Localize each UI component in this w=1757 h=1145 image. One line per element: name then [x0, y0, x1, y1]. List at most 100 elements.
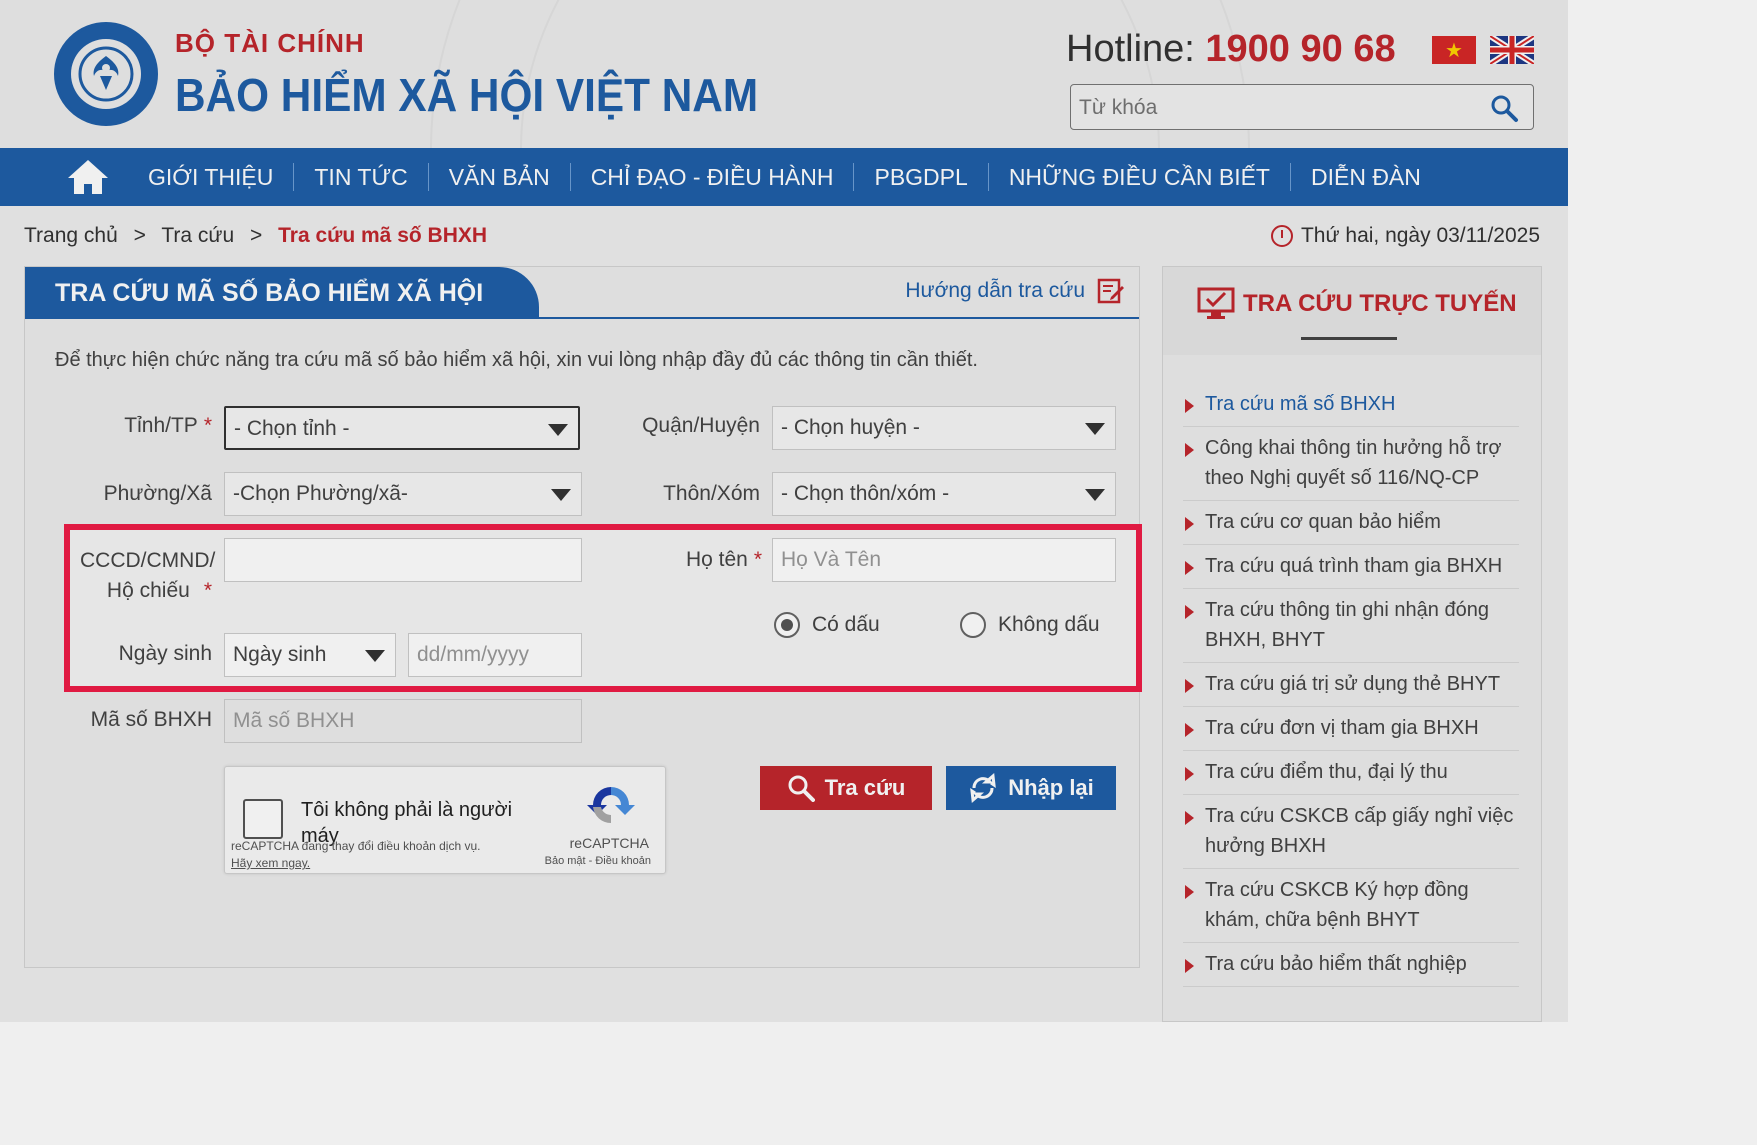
monitor-check-icon — [1197, 287, 1235, 319]
sidebar-title-underline — [1301, 337, 1397, 340]
nav-item-pbgdpl[interactable]: PBGDPL — [854, 163, 989, 191]
province-select[interactable]: - Chọn tỉnh - — [224, 406, 580, 450]
recaptcha-notice-link[interactable]: Hãy xem ngay. — [231, 856, 310, 870]
sidebar-title-text: TRA CỨU TRỰC TUYẾN — [1243, 290, 1517, 317]
hotline-number: 1900 90 68 — [1205, 28, 1396, 70]
full-name-input[interactable]: Họ Và Tên — [772, 538, 1116, 582]
lookup-links-list: Tra cứu mã số BHXH Công khai thông tin h… — [1183, 383, 1519, 987]
reset-button-label: Nhập lại — [1008, 775, 1094, 800]
nav-item-direction[interactable]: CHỈ ĐẠO - ĐIỀU HÀNH — [571, 163, 855, 191]
nav-item-things-to-know[interactable]: NHỮNG ĐIỀU CẦN BIẾT — [989, 163, 1291, 191]
district-label: Quận/Huyện — [642, 414, 760, 437]
chevron-down-icon — [1085, 423, 1105, 435]
online-lookup-sidebar: TRA CỨU TRỰC TUYẾN Tra cứu mã số BHXH Cô… — [1162, 266, 1542, 1022]
ssn-input[interactable]: Mã số BHXH — [224, 699, 582, 743]
current-date: Thứ hai, ngày 03/11/2025 — [1270, 224, 1540, 248]
province-select-value: - Chọn tỉnh - — [234, 417, 350, 440]
recaptcha-brand: reCAPTCHA — [569, 835, 649, 851]
name-label-text: Họ tên — [685, 548, 748, 571]
recaptcha-checkbox[interactable] — [243, 799, 283, 839]
required-mark: * — [203, 579, 212, 602]
nav-item-news[interactable]: TIN TỨC — [294, 163, 429, 191]
radio-with-accent-label: Có dấu — [812, 613, 880, 636]
radio-without-accent[interactable]: Không dấu — [960, 612, 1100, 638]
breadcrumb: Trang chủ > Tra cứu > Tra cứu mã số BHXH — [24, 224, 487, 248]
id-number-input[interactable] — [224, 538, 582, 582]
search-button-label: Tra cứu — [824, 775, 906, 800]
nav-item-documents[interactable]: VĂN BẢN — [429, 163, 571, 191]
chevron-down-icon — [548, 424, 568, 436]
chevron-down-icon — [1085, 489, 1105, 501]
sidebar-item-contribution-records[interactable]: Tra cứu thông tin ghi nhận đóng BHXH, BH… — [1183, 589, 1519, 663]
province-label-text: Tỉnh/TP — [124, 414, 198, 437]
village-select-value: - Chọn thôn/xóm - — [781, 482, 950, 505]
sidebar-item-support-disclosure[interactable]: Công khai thông tin hưởng hỗ trợ theo Ng… — [1183, 427, 1519, 501]
dob-input[interactable]: dd/mm/yyyy — [408, 633, 582, 677]
ward-select[interactable]: -Chọn Phường/xã- — [224, 472, 582, 516]
sidebar-item-sick-leave-facilities[interactable]: Tra cứu CSKCB cấp giấy nghỉ việc hưởng B… — [1183, 795, 1519, 869]
sidebar-item-unemployment-insurance[interactable]: Tra cứu bảo hiểm thất nghiệp — [1183, 943, 1519, 987]
village-label: Thôn/Xóm — [663, 482, 760, 505]
breadcrumb-home[interactable]: Trang chủ — [24, 224, 118, 247]
breadcrumb-separator: > — [133, 224, 146, 247]
logo-emblem-icon — [71, 39, 141, 109]
vss-logo[interactable] — [54, 22, 158, 126]
radio-unchecked-icon — [960, 612, 986, 638]
nav-menu: GIỚI THIỆU TIN TỨC VĂN BẢN CHỈ ĐẠO - ĐIỀ… — [128, 148, 1441, 206]
search-icon — [788, 775, 815, 802]
chevron-down-icon — [551, 489, 571, 501]
breadcrumb-section[interactable]: Tra cứu — [161, 224, 234, 247]
sidebar-item-collection-points[interactable]: Tra cứu điểm thu, đại lý thu — [1183, 751, 1519, 795]
home-icon[interactable] — [66, 158, 110, 196]
required-mark: * — [203, 414, 212, 437]
search-button[interactable]: Tra cứu — [760, 766, 932, 810]
hotline: Hotline: 1900 90 68 — [1066, 28, 1396, 71]
reset-button[interactable]: Nhập lại — [946, 766, 1116, 810]
sidebar-item-ssn-lookup[interactable]: Tra cứu mã số BHXH — [1183, 383, 1519, 427]
ssn-label: Mã số BHXH — [90, 708, 212, 731]
radio-with-accent[interactable]: Có dấu — [774, 612, 880, 638]
search-icon[interactable] — [1489, 93, 1519, 123]
ward-label: Phường/Xã — [103, 482, 212, 505]
sidebar-item-participating-units[interactable]: Tra cứu đơn vị tham gia BHXH — [1183, 707, 1519, 751]
ministry-name: BỘ TÀI CHÍNH — [175, 28, 365, 58]
dob-label: Ngày sinh — [118, 642, 212, 665]
recaptcha-notice: reCAPTCHA đang thay đổi điều khoản dịch … — [231, 839, 481, 853]
sidebar-item-agency-lookup[interactable]: Tra cứu cơ quan bảo hiểm — [1183, 501, 1519, 545]
date-text: Thứ hai, ngày 03/11/2025 — [1300, 224, 1540, 247]
site-search — [1070, 84, 1534, 130]
sidebar-item-participation-history[interactable]: Tra cứu quá trình tham gia BHXH — [1183, 545, 1519, 589]
breadcrumb-separator: > — [250, 224, 263, 247]
dob-type-value: Ngày sinh — [233, 643, 327, 666]
guide-link[interactable]: Hướng dẫn tra cứu — [905, 277, 1125, 305]
village-select[interactable]: - Chọn thôn/xóm - — [772, 472, 1116, 516]
ward-select-value: -Chọn Phường/xã- — [233, 482, 408, 505]
district-select-value: - Chọn huyện - — [781, 416, 920, 439]
sidebar-item-health-card-validity[interactable]: Tra cứu giá trị sử dụng thẻ BHYT — [1183, 663, 1519, 707]
radio-checked-icon — [774, 612, 800, 638]
sidebar-item-contracted-facilities[interactable]: Tra cứu CSKCB Ký hợp đồng khám, chữa bện… — [1183, 869, 1519, 943]
required-mark: * — [753, 548, 762, 571]
nav-item-forum[interactable]: DIỄN ĐÀN — [1291, 163, 1441, 191]
id-label: CCCD/CMND/ Hộ chiếu * — [80, 546, 215, 606]
nav-item-about[interactable]: GIỚI THIỆU — [128, 163, 295, 191]
refresh-icon — [970, 773, 997, 803]
name-label: Họ tên * — [640, 548, 762, 572]
english-flag-icon[interactable] — [1490, 36, 1534, 64]
dob-type-select[interactable]: Ngày sinh — [224, 633, 396, 677]
breadcrumb-current: Tra cứu mã số BHXH — [278, 224, 488, 247]
panel-divider — [25, 317, 1139, 319]
hotline-label: Hotline: — [1066, 28, 1206, 70]
radio-without-accent-label: Không dấu — [998, 613, 1100, 636]
recaptcha-widget: Tôi không phải là người máy reCAPTCHA Bả… — [224, 766, 666, 874]
recaptcha-links[interactable]: Bảo mật - Điều khoản — [545, 855, 651, 867]
main-nav: GIỚI THIỆU TIN TỨC VĂN BẢN CHỈ ĐẠO - ĐIỀ… — [0, 148, 1568, 206]
search-input[interactable] — [1079, 93, 1479, 123]
guide-label: Hướng dẫn tra cứu — [905, 279, 1085, 302]
vietnamese-flag-icon[interactable]: ★ — [1432, 36, 1476, 64]
clock-icon — [1270, 225, 1293, 247]
district-select[interactable]: - Chọn huyện - — [772, 406, 1116, 450]
chevron-down-icon — [365, 650, 385, 662]
sidebar-header: TRA CỨU TRỰC TUYẾN — [1163, 267, 1541, 355]
panel-title: TRA CỨU MÃ SỐ BẢO HIỂM XÃ HỘI — [25, 267, 539, 319]
